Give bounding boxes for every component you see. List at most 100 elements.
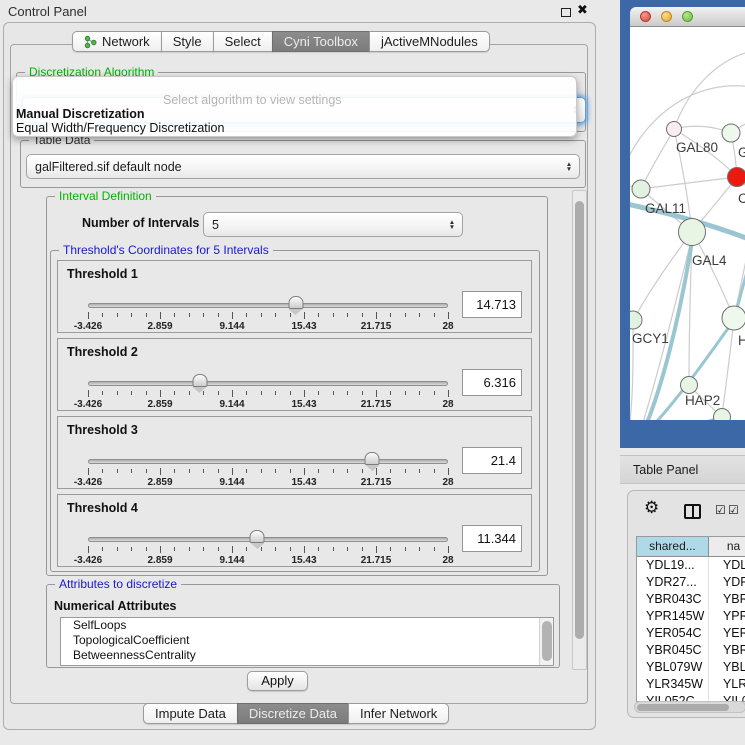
slider-thumb[interactable] <box>250 530 265 543</box>
slider-tick <box>419 547 420 551</box>
table-cell[interactable]: YBR043C <box>637 591 709 608</box>
slider-track[interactable] <box>88 303 448 308</box>
table-cell[interactable]: YIL052C <box>637 693 709 701</box>
slider-tick <box>362 469 363 473</box>
network-node[interactable] <box>728 168 745 187</box>
table-row[interactable]: YDR27...YDR2 <box>637 574 745 591</box>
slider-track[interactable] <box>88 459 448 464</box>
column-header-shared-name[interactable]: shared... <box>637 537 709 557</box>
apply-button[interactable]: Apply <box>247 671 308 691</box>
table-cell[interactable]: YLR345W <box>637 676 709 693</box>
split-columns-icon[interactable] <box>684 504 701 519</box>
attribute-list-item[interactable]: BetweennessCentrality <box>61 648 553 663</box>
numerical-attributes-list[interactable]: SelfLoopsTopologicalCoefficientBetweenne… <box>60 617 554 666</box>
table-cell[interactable]: YLR3 <box>709 676 745 693</box>
slider-scale-label: 28 <box>442 321 453 332</box>
dropdown-option-equal-width-frequency[interactable]: Equal Width/Frequency Discretization <box>16 121 224 135</box>
scrollbar-thumb[interactable] <box>575 201 584 639</box>
tab-impute-data[interactable]: Impute Data <box>143 703 238 724</box>
checkbox-icon[interactable]: ☑ <box>728 503 739 517</box>
column-header-name[interactable]: na <box>709 537 745 557</box>
attribute-list-item[interactable]: TopologicalCoefficient <box>61 633 553 648</box>
table-row[interactable]: YPR145WYPR1 <box>637 608 745 625</box>
checkbox-icon[interactable]: ☑ <box>715 503 726 517</box>
slider-track[interactable] <box>88 381 448 386</box>
dropdown-option-manual-discretization[interactable]: Manual Discretization <box>16 107 145 121</box>
tab-discretize-data[interactable]: Discretize Data <box>237 703 349 724</box>
table-cell[interactable]: YER054C <box>637 625 709 642</box>
table-cell[interactable]: YPR1 <box>709 608 745 625</box>
close-traffic-light[interactable] <box>640 11 651 22</box>
table-cell[interactable]: YBR0 <box>709 591 745 608</box>
network-node[interactable] <box>632 180 650 198</box>
zoom-traffic-light[interactable] <box>682 11 693 22</box>
threshold-slider[interactable]: -3.4262.8599.14415.4321.71528 <box>88 373 448 411</box>
minimize-traffic-light[interactable] <box>661 11 672 22</box>
network-node[interactable] <box>722 124 740 142</box>
slider-thumb[interactable] <box>365 452 380 465</box>
table-cell[interactable]: YBR0 <box>709 642 745 659</box>
table-cell[interactable]: YPR145W <box>637 608 709 625</box>
gear-icon[interactable]: ⚙ <box>644 499 659 516</box>
network-window-titlebar[interactable] <box>630 7 745 27</box>
table-cell[interactable]: YBL0 <box>709 659 745 676</box>
network-node[interactable] <box>667 122 682 137</box>
table-row[interactable]: YIL052CYIL0 <box>637 693 745 701</box>
tab-cyni-toolbox[interactable]: Cyni Toolbox <box>272 31 370 52</box>
slider-track[interactable] <box>88 537 448 542</box>
dropdown-placeholder: Select algorithm to view settings <box>163 93 342 107</box>
network-node[interactable] <box>722 306 745 330</box>
table-row[interactable]: YLR345WYLR3 <box>637 676 745 693</box>
network-node[interactable] <box>679 219 706 246</box>
network-canvas[interactable]: GAL80GACGAL11GAL4GCY1HHAP2 <box>630 27 745 420</box>
tab-jactivemnodules[interactable]: jActiveMNodules <box>369 31 490 52</box>
network-node[interactable] <box>714 409 731 421</box>
slider-tick <box>419 313 420 317</box>
attribute-list-item[interactable]: SelfLoops <box>61 618 553 633</box>
table-cell[interactable]: YDL1 <box>709 557 745 574</box>
table-row[interactable]: YDL19...YDL1 <box>637 557 745 574</box>
table-cell[interactable]: YDR27... <box>637 574 709 591</box>
table-row[interactable]: YBR045CYBR0 <box>637 642 745 659</box>
slider-tick <box>189 391 190 395</box>
table-cell[interactable]: YBL079W <box>637 659 709 676</box>
table-row[interactable]: YER054CYER0 <box>637 625 745 642</box>
tab-network[interactable]: Network <box>72 31 162 52</box>
list-scrollbar[interactable] <box>539 618 553 665</box>
table-cell[interactable]: YIL0 <box>709 693 745 701</box>
close-icon[interactable]: ✖ <box>577 2 588 18</box>
slider-thumb[interactable] <box>192 374 207 387</box>
scrollbar-thumb[interactable] <box>542 621 552 661</box>
scrollbar-thumb[interactable] <box>637 704 729 711</box>
table-cell[interactable]: YDR2 <box>709 574 745 591</box>
combo-stepper-icon: ▲▼ <box>563 162 579 172</box>
network-node-label: GAL11 <box>645 201 686 216</box>
slider-tick <box>174 469 175 473</box>
tab-select[interactable]: Select <box>213 31 273 52</box>
tab-style[interactable]: Style <box>161 31 214 52</box>
table-cell[interactable]: YER0 <box>709 625 745 642</box>
threshold-slider[interactable]: -3.4262.8599.14415.4321.71528 <box>88 295 448 333</box>
slider-tick <box>362 391 363 395</box>
threshold-slider[interactable]: -3.4262.8599.14415.4321.71528 <box>88 529 448 567</box>
threshold-value-input[interactable]: 14.713 <box>462 291 522 318</box>
table-row[interactable]: YBR043CYBR0 <box>637 591 745 608</box>
threshold-value-input[interactable]: 21.4 <box>462 447 522 474</box>
threshold-value-input[interactable]: 6.316 <box>462 369 522 396</box>
threshold-value-input[interactable]: 11.344 <box>462 525 522 552</box>
table-horizontal-scrollbar[interactable] <box>634 701 745 713</box>
slider-tick <box>246 313 247 317</box>
table-row[interactable]: YBL079WYBL0 <box>637 659 745 676</box>
slider-scale-label: 9.144 <box>219 555 244 566</box>
network-node[interactable] <box>630 311 642 329</box>
float-window-icon[interactable] <box>561 8 571 17</box>
table-cell[interactable]: YDL19... <box>637 557 709 574</box>
threshold-slider[interactable]: -3.4262.8599.14415.4321.71528 <box>88 451 448 489</box>
slider-thumb[interactable] <box>288 296 303 309</box>
table-data-combobox[interactable]: galFiltered.sif default node ▲▼ <box>26 154 580 179</box>
network-node[interactable] <box>681 377 698 394</box>
panel-vertical-scrollbar[interactable] <box>572 190 587 670</box>
table-cell[interactable]: YBR045C <box>637 642 709 659</box>
number-of-intervals-combobox[interactable]: 5 ▲▼ <box>203 212 463 237</box>
tab-infer-network[interactable]: Infer Network <box>348 703 449 724</box>
